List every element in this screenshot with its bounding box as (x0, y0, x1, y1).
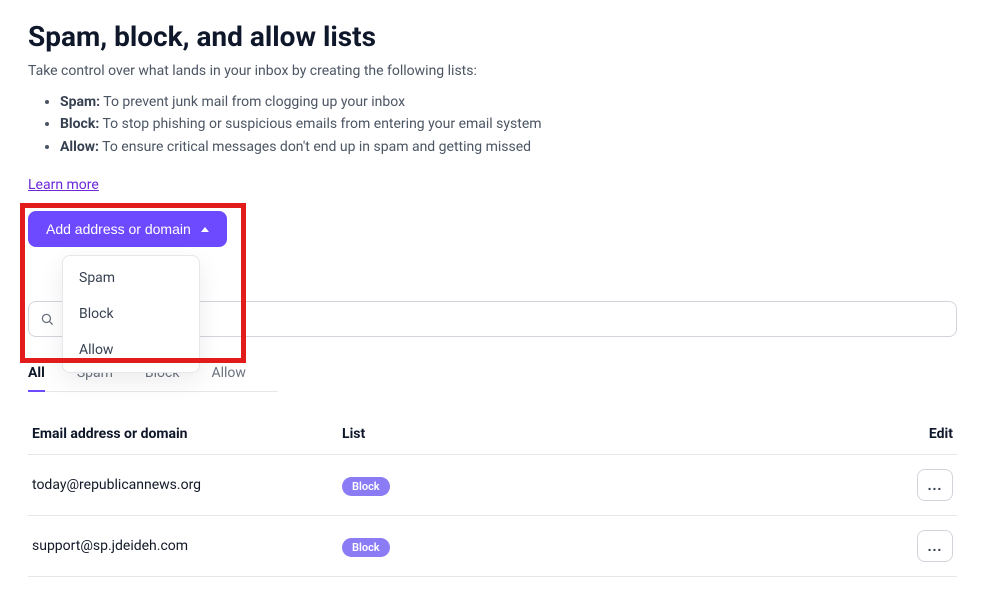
list-item: Allow: To ensure critical messages don't… (60, 136, 957, 158)
col-address: Email address or domain (32, 426, 342, 442)
list-item: Spam: To prevent junk mail from clogging… (60, 91, 957, 113)
list-badge: Block (342, 538, 390, 557)
lists-table: Email address or domain List Edit today@… (28, 416, 957, 577)
cell-address: support@sp.jdeideh.com (32, 538, 342, 554)
bullet-label: Spam: (60, 94, 100, 110)
edit-button[interactable]: ... (917, 530, 953, 562)
tab-all[interactable]: All (28, 357, 45, 391)
list-item: Block: To stop phishing or suspicious em… (60, 113, 957, 135)
search-icon (40, 312, 54, 326)
add-address-dropdown: Spam Block Allow (62, 255, 200, 373)
bullet-label: Block: (60, 116, 99, 132)
add-address-label: Add address or domain (46, 221, 191, 237)
bullet-text: To stop phishing or suspicious emails fr… (99, 116, 541, 132)
cell-edit: ... (893, 530, 953, 562)
cell-list: Block (342, 536, 893, 557)
tab-allow[interactable]: Allow (211, 357, 245, 391)
bullet-text: To ensure critical messages don't end up… (99, 139, 531, 155)
bullet-text: To prevent junk mail from clogging up yo… (100, 94, 405, 110)
edit-button[interactable]: ... (917, 469, 953, 501)
table-row: support@sp.jdeideh.com Block ... (28, 516, 957, 577)
table-row: today@republicannews.org Block ... (28, 455, 957, 516)
dropdown-item-allow[interactable]: Allow (63, 332, 199, 368)
cell-list: Block (342, 475, 893, 496)
dropdown-item-spam[interactable]: Spam (63, 260, 199, 296)
page-title: Spam, block, and allow lists (28, 20, 957, 53)
page-subtitle: Take control over what lands in your inb… (28, 63, 957, 79)
caret-up-icon (201, 227, 209, 232)
description-list: Spam: To prevent junk mail from clogging… (28, 91, 957, 158)
col-edit: Edit (893, 426, 953, 442)
list-badge: Block (342, 477, 390, 496)
add-address-button[interactable]: Add address or domain (28, 211, 227, 247)
cell-address: today@republicannews.org (32, 477, 342, 493)
table-header: Email address or domain List Edit (28, 416, 957, 455)
col-list: List (342, 426, 893, 442)
learn-more-link[interactable]: Learn more (28, 177, 99, 193)
dropdown-item-block[interactable]: Block (63, 296, 199, 332)
cell-edit: ... (893, 469, 953, 501)
bullet-label: Allow: (60, 139, 99, 155)
